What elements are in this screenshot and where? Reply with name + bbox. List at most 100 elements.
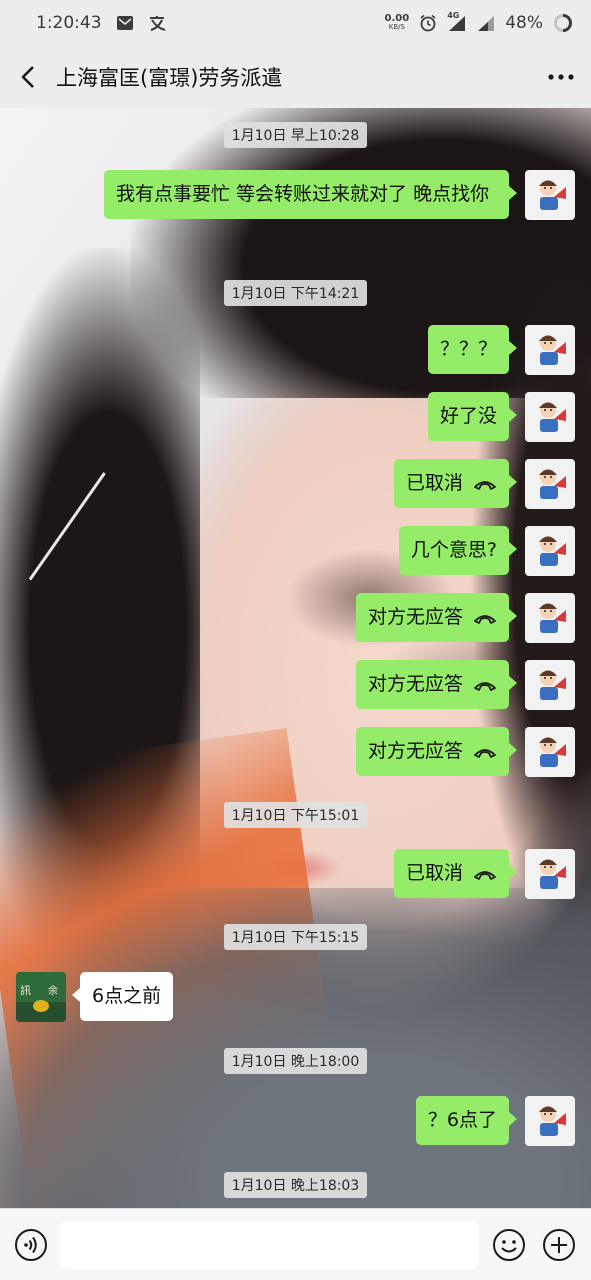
input-bar xyxy=(0,1208,591,1280)
message-bubble[interactable]: 几个意思? xyxy=(398,526,518,575)
avatar-cartoon-icon xyxy=(539,469,566,499)
timestamp: 1月10日 晚上18:00 xyxy=(0,1048,591,1074)
call-record-bubble[interactable]: 对方无应答 xyxy=(355,660,518,709)
status-bar: 1:20:43 0.00 KB/S 4G 48% xyxy=(0,0,591,46)
more-functions-button[interactable] xyxy=(542,1228,576,1262)
timestamp-text: 1月10日 下午15:01 xyxy=(223,802,368,828)
chat-title: 上海富匡(富璟)劳务派遣 xyxy=(56,66,283,90)
call-icon xyxy=(474,748,496,758)
call-record-bubble[interactable]: 对方无应答 xyxy=(355,727,518,776)
avatar-cartoon-icon xyxy=(539,536,566,566)
more-dots-icon xyxy=(548,74,574,80)
timestamp: 1月10日 下午14:21 xyxy=(0,280,591,306)
timestamp: 1月10日 下午15:01 xyxy=(0,802,591,828)
emoji-button[interactable] xyxy=(492,1228,526,1262)
timestamp: 1月10日 晚上18:03 xyxy=(0,1172,591,1198)
status-left: 1:20:43 xyxy=(36,13,168,33)
timestamp: 1月10日 下午15:15 xyxy=(0,924,591,950)
voice-input-button[interactable] xyxy=(14,1228,48,1262)
svg-text:訊: 訊 xyxy=(20,983,31,997)
message-row-out: 几个意思? xyxy=(398,526,575,576)
call-icon xyxy=(474,681,496,691)
avatar-cartoon-icon xyxy=(539,402,566,432)
message-row-out: ？？？ xyxy=(427,325,575,375)
call-icon xyxy=(474,614,496,624)
message-row-in: 訊余 6点之前 xyxy=(16,972,174,1022)
status-right: 0.00 KB/S 4G 48% xyxy=(385,11,573,33)
timestamp: 1月10日 早上10:28 xyxy=(0,122,591,148)
net-speed-unit: KB/S xyxy=(388,23,405,31)
my-avatar[interactable] xyxy=(525,660,575,710)
message-text: 好了没 xyxy=(439,405,497,427)
my-avatar[interactable] xyxy=(525,727,575,777)
message-text: 对方无应答 xyxy=(367,740,463,762)
my-avatar[interactable] xyxy=(525,1096,575,1146)
net-speed: 0.00 KB/S xyxy=(385,14,410,32)
message-text: 6点之前 xyxy=(92,985,162,1007)
message-text: ？6点了 xyxy=(427,1109,497,1131)
call-record-bubble[interactable]: 已取消 xyxy=(393,459,518,508)
call-icon xyxy=(474,480,496,490)
message-bubble[interactable]: 好了没 xyxy=(427,392,518,441)
message-row-out: ？6点了 xyxy=(415,1096,575,1146)
timestamp-text: 1月10日 下午14:21 xyxy=(223,280,368,306)
signal-4g-icon: 4G xyxy=(447,11,467,32)
mail-icon xyxy=(116,15,134,31)
avatar-cartoon-icon xyxy=(539,859,566,889)
contact-logo-icon: 訊余 xyxy=(16,972,66,1022)
my-avatar[interactable] xyxy=(525,392,575,442)
back-button[interactable] xyxy=(0,46,56,108)
message-bubble[interactable]: 我有点事要忙 等会转账过来就对了 晚点找你 xyxy=(104,170,517,219)
avatar-cartoon-icon xyxy=(539,670,566,700)
emoji-icon xyxy=(493,1229,525,1261)
message-text: ？？？ xyxy=(439,338,497,360)
signal-icon xyxy=(477,14,495,32)
more-options-button[interactable] xyxy=(531,46,591,108)
my-avatar[interactable] xyxy=(525,325,575,375)
message-input[interactable] xyxy=(60,1221,478,1269)
contact-avatar[interactable]: 訊余 xyxy=(16,972,66,1022)
voice-icon xyxy=(15,1229,47,1261)
timestamp-text: 1月10日 晚上18:03 xyxy=(223,1172,368,1198)
message-text: 对方无应答 xyxy=(367,673,463,695)
message-bubble[interactable]: ？6点了 xyxy=(415,1096,518,1145)
avatar-cartoon-icon xyxy=(539,1106,566,1136)
call-record-bubble[interactable]: 已取消 xyxy=(393,849,518,898)
battery-percent: 48% xyxy=(505,13,543,33)
message-row-out: 对方无应答 xyxy=(355,727,575,777)
my-avatar[interactable] xyxy=(525,170,575,220)
svg-text:余: 余 xyxy=(48,984,58,997)
timestamp-text: 1月10日 下午15:15 xyxy=(223,924,368,950)
plus-icon xyxy=(543,1229,575,1261)
message-text: 已取消 xyxy=(405,862,463,884)
message-bubble[interactable]: ？？？ xyxy=(427,325,518,374)
alarm-icon xyxy=(419,14,437,32)
my-avatar[interactable] xyxy=(525,526,575,576)
avatar-cartoon-icon xyxy=(539,335,566,365)
my-avatar[interactable] xyxy=(525,849,575,899)
timestamp-text: 1月10日 晚上18:00 xyxy=(223,1048,368,1074)
avatar-cartoon-icon xyxy=(539,603,566,633)
message-row-out: 我有点事要忙 等会转账过来就对了 晚点找你 xyxy=(104,170,575,220)
message-row-out: 已取消 xyxy=(393,459,575,509)
status-time: 1:20:43 xyxy=(36,13,102,33)
message-text: 已取消 xyxy=(405,472,463,494)
call-record-bubble[interactable]: 对方无应答 xyxy=(355,593,518,642)
avatar-cartoon-icon xyxy=(539,180,566,210)
message-row-out: 已取消 xyxy=(393,849,575,899)
my-avatar[interactable] xyxy=(525,593,575,643)
message-bubble[interactable]: 6点之前 xyxy=(71,972,174,1021)
network-type: 4G xyxy=(447,11,460,20)
chat-area[interactable]: 1月10日 早上10:28 我有点事要忙 等会转账过来就对了 晚点找你 1月10… xyxy=(0,108,591,1208)
message-text: 我有点事要忙 等会转账过来就对了 晚点找你 xyxy=(116,183,490,205)
message-text: 几个意思? xyxy=(410,539,497,561)
message-row-out: 对方无应答 xyxy=(355,593,575,643)
my-avatar[interactable] xyxy=(525,459,575,509)
message-row-out: 对方无应答 xyxy=(355,660,575,710)
timestamp-text: 1月10日 早上10:28 xyxy=(223,122,368,148)
title-bar: 上海富匡(富璟)劳务派遣 xyxy=(0,46,591,108)
message-text: 对方无应答 xyxy=(367,606,463,628)
message-row-out: 好了没 xyxy=(427,392,575,442)
back-arrow-icon xyxy=(21,66,34,88)
call-icon xyxy=(474,870,496,880)
